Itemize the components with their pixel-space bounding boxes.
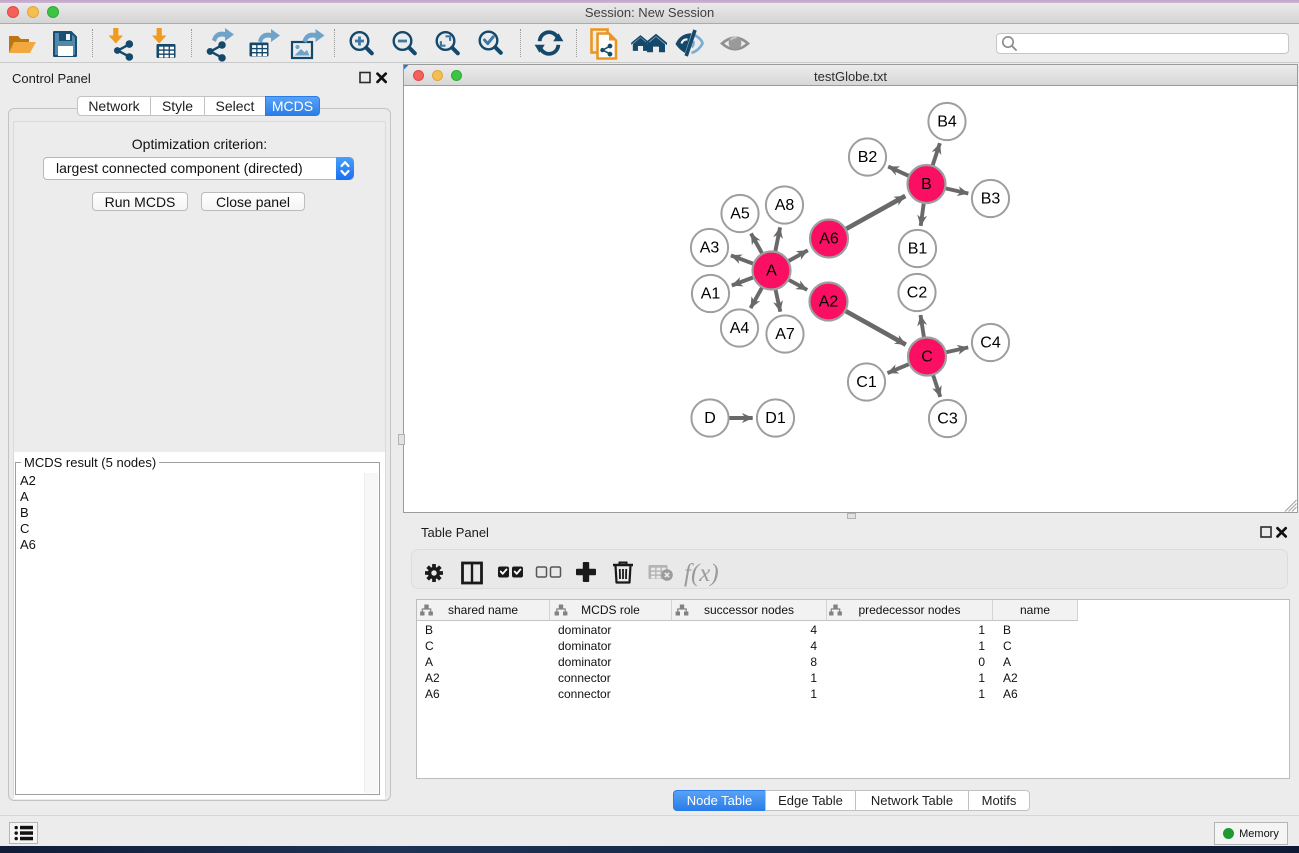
svg-text:A6: A6 (819, 231, 839, 248)
svg-text:A1: A1 (701, 286, 721, 303)
svg-text:B2: B2 (858, 149, 878, 166)
svg-text:C: C (921, 349, 933, 366)
svg-text:A4: A4 (730, 320, 750, 337)
svg-text:B3: B3 (981, 191, 1001, 208)
svg-text:C4: C4 (980, 335, 1001, 352)
svg-text:A3: A3 (700, 240, 720, 257)
svg-text:D1: D1 (765, 410, 786, 427)
svg-text:C2: C2 (907, 285, 928, 302)
svg-text:C1: C1 (856, 374, 877, 391)
svg-text:A5: A5 (730, 206, 750, 223)
svg-text:D: D (704, 410, 716, 427)
svg-text:A8: A8 (775, 197, 795, 214)
svg-text:B: B (921, 176, 932, 193)
svg-text:C3: C3 (937, 411, 958, 428)
svg-text:A: A (766, 263, 777, 280)
svg-text:B1: B1 (908, 241, 928, 258)
svg-text:A2: A2 (819, 294, 839, 311)
svg-text:A7: A7 (775, 326, 795, 343)
svg-text:B4: B4 (937, 114, 957, 131)
